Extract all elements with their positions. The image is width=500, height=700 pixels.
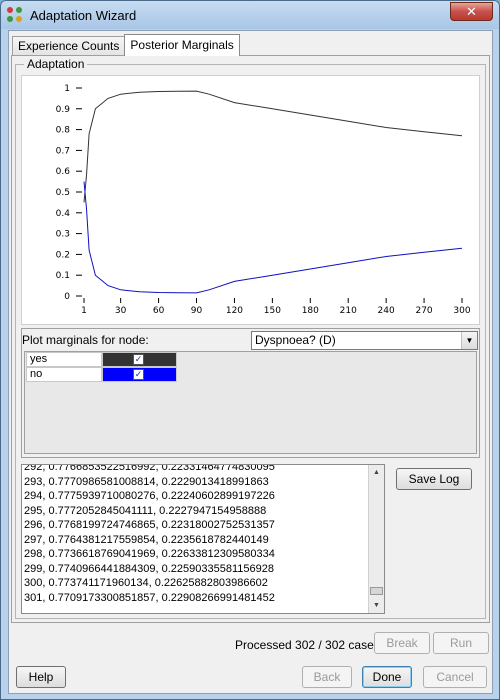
state-row-no: no ✓ (26, 367, 177, 382)
state-color-swatch: ✓ (102, 352, 177, 367)
y-tick-label: 0.8 (56, 126, 71, 136)
x-tick-label: 210 (340, 306, 357, 316)
log-line: 301, 0.7709173300851857, 0.2290826699148… (24, 591, 275, 604)
status-text: Processed 302 / 302 cases. (235, 638, 384, 652)
adaptation-group: Adaptation 0 0.1 0.2 0.3 0.4 0.5 0.6 0.7 0.8 0.9 1… (15, 57, 486, 619)
back-button[interactable]: Back (302, 666, 352, 688)
help-button[interactable]: Help (16, 666, 66, 688)
node-marginals-panel: Plot marginals for node: Dyspnoea? (D) ▼… (21, 328, 480, 458)
break-button[interactable]: Break (374, 632, 430, 654)
tab-posterior-marginals[interactable]: Posterior Marginals (124, 34, 240, 56)
y-tick-label: 0.4 (56, 209, 71, 219)
y-tick-label: 0.7 (56, 146, 70, 156)
x-tick-label: 150 (264, 306, 281, 316)
y-tick-label: 0.3 (56, 230, 70, 240)
y-tick-label: 0.1 (56, 271, 70, 281)
log-line: 300, 0.773741171960134, 0.22625882803986… (24, 577, 268, 589)
x-tick-label: 300 (453, 306, 470, 316)
window-title: Adaptation Wizard (30, 7, 137, 23)
scroll-thumb[interactable] (370, 587, 383, 595)
log-line: 298, 0.7736618769041969, 0.2263381230958… (24, 548, 275, 560)
x-tick-label: 240 (378, 306, 395, 316)
log-line: 294, 0.7775939710080276, 0.2224060289919… (24, 490, 275, 502)
app-icon (7, 7, 23, 23)
title-bar[interactable]: Adaptation Wizard ✕ (1, 1, 499, 29)
tab-experience-counts[interactable]: Experience Counts (12, 36, 126, 56)
log-line: 299, 0.7740966441884309, 0.2259033558115… (24, 562, 274, 575)
save-log-button[interactable]: Save Log (396, 468, 472, 490)
state-name: no (26, 367, 102, 382)
state-list: yes ✓ no ✓ (24, 351, 477, 454)
y-tick-label: 0.2 (56, 250, 70, 260)
scroll-up-icon[interactable]: ▲ (369, 465, 384, 480)
posterior-marginals-panel: Adaptation 0 0.1 0.2 0.3 0.4 0.5 0.6 0.7 0.8 0.9 1… (11, 55, 490, 623)
log-line: 293, 0.7770986581008814, 0.2229013418991… (24, 475, 269, 488)
state-checkbox-yes[interactable]: ✓ (133, 354, 144, 365)
series-line-no (83, 181, 463, 294)
x-tick-label: 60 (153, 306, 165, 316)
y-tick-label: 1 (64, 84, 70, 94)
log-line: 296, 0.7768199724746865, 0.2231800275253… (24, 519, 275, 531)
log-lines: 292, 0.7766853522516992, 0.2233146477483… (24, 464, 364, 605)
log-line: 297, 0.7764381217559854, 0.2235618782440… (24, 533, 269, 546)
y-tick-label: 0.6 (56, 167, 71, 177)
adaptation-chart: 0 0.1 0.2 0.3 0.4 0.5 0.6 0.7 0.8 0.9 1 1 30 60 90 120 1… (21, 75, 480, 325)
close-button[interactable]: ✕ (450, 2, 493, 21)
state-name: yes (26, 352, 102, 367)
adaptation-log[interactable]: 292, 0.7766853522516992, 0.2233146477483… (21, 464, 385, 614)
log-scrollbar[interactable]: ▲ ▼ (368, 465, 384, 613)
x-tick-label: 270 (415, 306, 432, 316)
chevron-down-icon[interactable]: ▼ (461, 332, 477, 349)
x-tick-label: 30 (115, 306, 127, 316)
log-line: 292, 0.7766853522516992, 0.2233146477483… (24, 464, 275, 473)
x-tick-label: 180 (302, 306, 319, 316)
y-tick-label: 0.9 (56, 105, 71, 115)
node-select-value: Dyspnoea? (D) (255, 333, 336, 347)
state-checkbox-no[interactable]: ✓ (133, 369, 144, 380)
adaptation-group-title: Adaptation (24, 57, 88, 71)
dialog-body: Experience Counts Posterior Marginals Ad… (8, 30, 493, 694)
plot-marginals-label: Plot marginals for node: (22, 333, 149, 347)
state-row-yes: yes ✓ (26, 352, 177, 367)
log-line: 295, 0.7772052845041111, 0.2227947154958… (24, 504, 267, 517)
x-tick-label: 1 (81, 306, 87, 316)
x-tick-label: 90 (191, 306, 203, 316)
y-tick-label: 0.5 (56, 188, 70, 198)
state-color-swatch: ✓ (102, 367, 177, 382)
cancel-button[interactable]: Cancel (423, 666, 487, 688)
y-tick-label: 0 (64, 292, 70, 302)
scroll-down-icon[interactable]: ▼ (369, 598, 384, 613)
node-select[interactable]: Dyspnoea? (D) ▼ (251, 331, 478, 350)
run-button[interactable]: Run (433, 632, 489, 654)
series-line-yes (83, 90, 463, 203)
chart-svg: 0 0.1 0.2 0.3 0.4 0.5 0.6 0.7 0.8 0.9 1 1 30 60 90 120 1… (56, 84, 471, 316)
done-button[interactable]: Done (362, 666, 412, 688)
adaptation-wizard-window: Adaptation Wizard ✕ Experience Counts Po… (0, 0, 500, 700)
tab-strip: Experience Counts Posterior Marginals (12, 34, 240, 56)
x-tick-label: 120 (226, 306, 243, 316)
